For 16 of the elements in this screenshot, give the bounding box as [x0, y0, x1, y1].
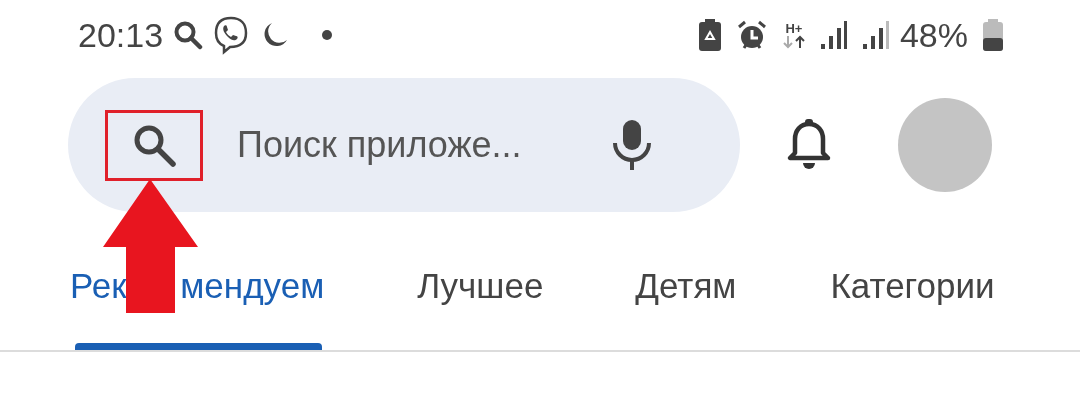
battery-icon — [982, 19, 1004, 51]
dot-icon — [321, 29, 334, 41]
search-bar[interactable]: Поиск приложе... — [68, 78, 740, 212]
tab[interactable]: Лучшее — [417, 250, 544, 350]
battery-percentage: 48% — [899, 15, 968, 55]
search-field[interactable]: Поиск приложе... — [237, 124, 607, 166]
battery-saver-icon — [697, 19, 722, 51]
tab[interactable]: Категории — [830, 250, 995, 350]
chat-bubble-phone-icon — [213, 15, 250, 55]
tab[interactable]: Детям — [635, 250, 737, 350]
signal-icon — [819, 20, 848, 50]
network-type-indicator: H+ — [781, 21, 806, 49]
signal-icon — [861, 20, 890, 50]
alarm-clock-icon — [735, 19, 768, 51]
clock-time: 20:13 — [78, 15, 164, 55]
search-icon — [173, 20, 204, 50]
